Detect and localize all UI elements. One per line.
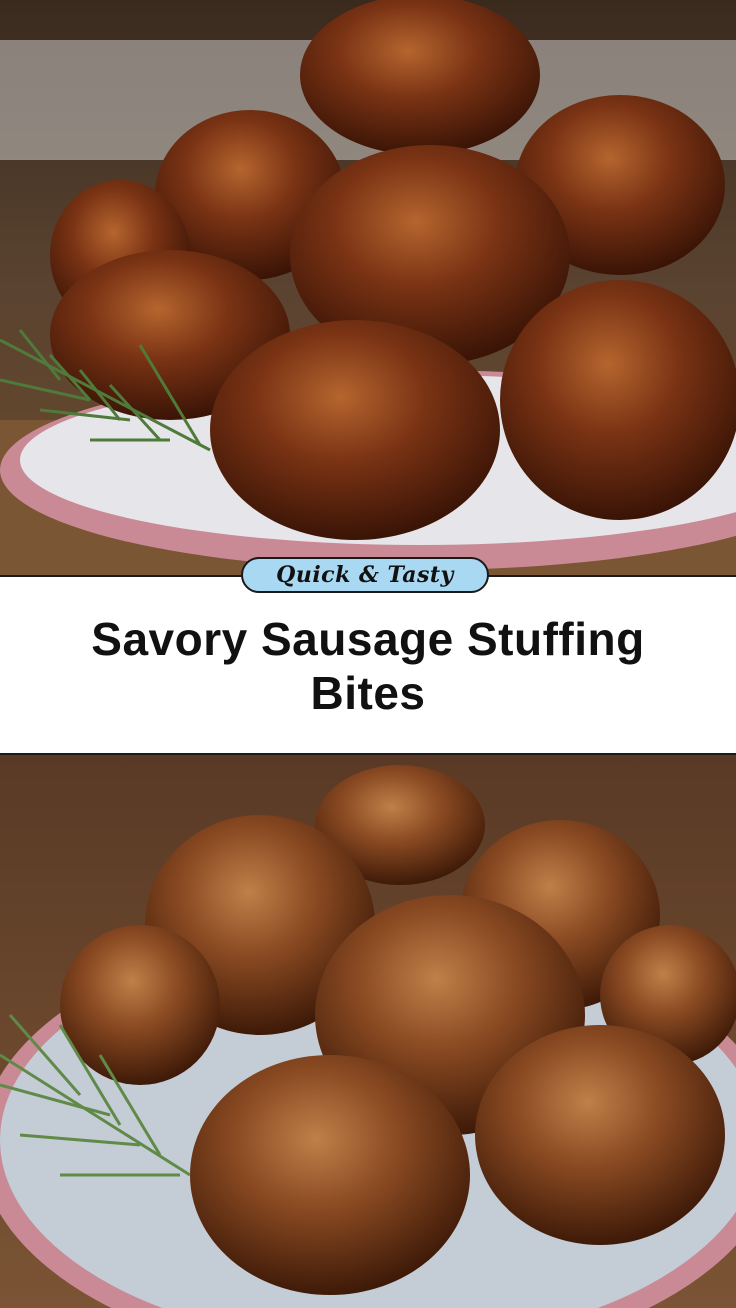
recipe-title-line-1: Savory Sausage Stuffing	[91, 613, 645, 665]
recipe-title-line-2: Bites	[310, 667, 426, 719]
top-food-photo	[0, 0, 736, 575]
recipe-title: Savory Sausage Stuffing Bites	[40, 612, 696, 720]
top-photo-image	[0, 0, 736, 575]
bottom-food-photo	[0, 755, 736, 1308]
category-badge: Quick & Tasty	[241, 557, 489, 593]
badge-label: Quick & Tasty	[276, 562, 454, 588]
bottom-photo-image	[0, 755, 736, 1308]
